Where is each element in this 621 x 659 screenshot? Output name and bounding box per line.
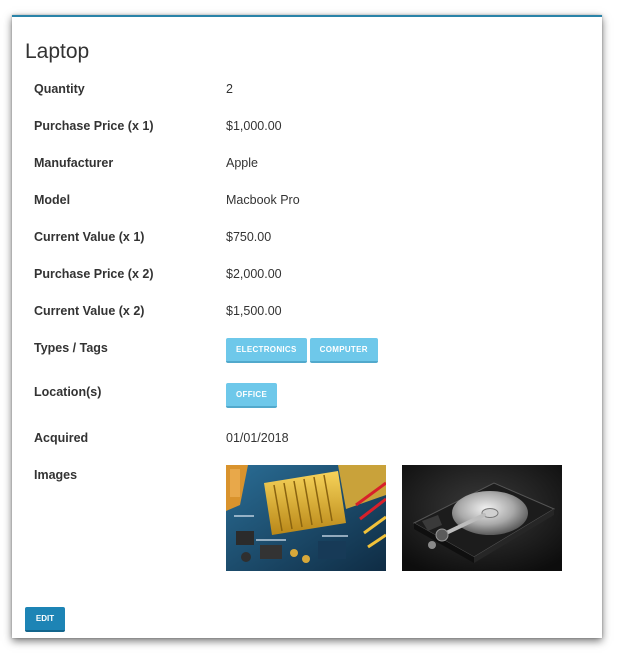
detail-value: $1,500.00 xyxy=(226,304,282,318)
detail-value: Apple xyxy=(226,156,258,170)
location-list: OFFICE xyxy=(226,383,278,408)
detail-value: 2 xyxy=(226,82,233,96)
detail-label: Current Value (x 1) xyxy=(34,230,145,244)
detail-label: Current Value (x 2) xyxy=(34,304,145,318)
detail-label: Purchase Price (x 1) xyxy=(34,119,154,133)
detail-label: Location(s) xyxy=(34,385,102,399)
detail-label: Manufacturer xyxy=(34,156,114,170)
detail-label: Model xyxy=(34,193,71,207)
detail-label: Acquired xyxy=(34,431,89,445)
detail-value: Macbook Pro xyxy=(226,193,300,207)
item-detail-card: Laptop Quantity 2 Purchase Price (x 1) $… xyxy=(12,15,602,638)
tag-list: ELECTRONICS COMPUTER xyxy=(226,338,378,363)
detail-label: Quantity xyxy=(34,82,85,96)
detail-label: Purchase Price (x 2) xyxy=(34,267,154,281)
tag-electronics[interactable]: ELECTRONICS xyxy=(226,338,307,363)
item-title: Laptop xyxy=(25,40,90,63)
hard-drive-image[interactable] xyxy=(402,465,562,571)
detail-value: 01/01/2018 xyxy=(226,431,289,445)
detail-value: $750.00 xyxy=(226,230,272,244)
edit-button[interactable]: EDIT xyxy=(25,607,65,632)
tag-office[interactable]: OFFICE xyxy=(226,383,278,408)
detail-label: Images xyxy=(34,468,78,482)
detail-label: Types / Tags xyxy=(34,341,108,355)
detail-value: $1,000.00 xyxy=(226,119,282,133)
motherboard-image[interactable] xyxy=(226,465,386,571)
detail-value: $2,000.00 xyxy=(226,267,282,281)
image-gallery xyxy=(226,465,562,571)
tag-computer[interactable]: COMPUTER xyxy=(309,338,378,363)
